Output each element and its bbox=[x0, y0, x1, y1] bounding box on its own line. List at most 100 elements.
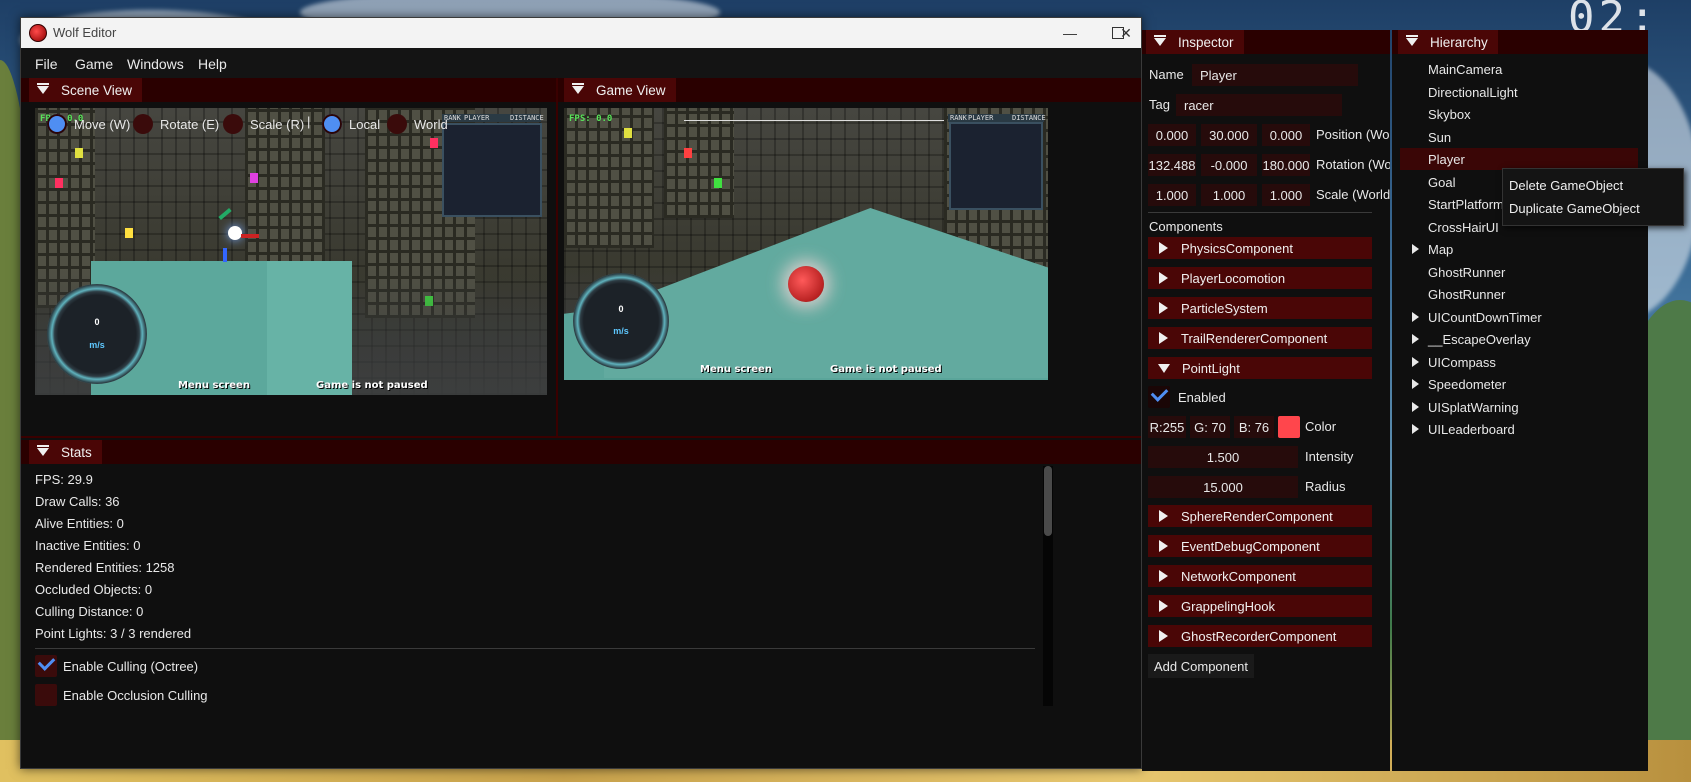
stats-scrollbar[interactable] bbox=[1043, 466, 1053, 706]
expand-icon[interactable] bbox=[1412, 334, 1419, 344]
hierarchy-item[interactable]: DirectionalLight bbox=[1428, 85, 1518, 100]
hierarchy-tab[interactable]: Hierarchy bbox=[1398, 30, 1498, 54]
tag-input[interactable]: racer bbox=[1176, 94, 1342, 116]
stats-tab[interactable]: Stats bbox=[29, 440, 102, 464]
component-physics[interactable]: PhysicsComponent bbox=[1148, 237, 1372, 259]
scroll-thumb[interactable] bbox=[1044, 466, 1052, 536]
name-input[interactable]: Player bbox=[1192, 64, 1358, 86]
menu-file[interactable]: File bbox=[35, 56, 58, 72]
delete-gameobject-item[interactable]: Delete GameObject bbox=[1509, 178, 1623, 193]
gizmo-world-option[interactable]: World bbox=[387, 114, 448, 134]
component-trail-renderer[interactable]: TrailRendererComponent bbox=[1148, 327, 1372, 349]
component-ghost-recorder[interactable]: GhostRecorderComponent bbox=[1148, 625, 1372, 647]
gizmo-scale-option[interactable]: Scale (R) bbox=[223, 114, 304, 134]
hierarchy-item[interactable]: Map bbox=[1428, 242, 1453, 257]
position-y-field[interactable]: 30.000 bbox=[1201, 124, 1257, 146]
editor-window: Wolf Editor — ✕ File Game Windows Help S… bbox=[20, 17, 1142, 769]
scale-z-field[interactable]: 1.000 bbox=[1262, 184, 1310, 206]
gizmo-scale-label: Scale (R) bbox=[250, 116, 305, 132]
hierarchy-item[interactable]: GhostRunner bbox=[1428, 265, 1505, 280]
player-gizmo-handle[interactable] bbox=[228, 226, 242, 240]
color-b-field[interactable]: B: 76 bbox=[1234, 416, 1274, 438]
collapse-icon[interactable] bbox=[1406, 35, 1418, 46]
expand-icon[interactable] bbox=[1412, 244, 1419, 254]
hierarchy-item[interactable]: Speedometer bbox=[1428, 377, 1506, 392]
component-label: TrailRendererComponent bbox=[1181, 330, 1328, 346]
window-titlebar[interactable]: Wolf Editor — ✕ bbox=[21, 18, 1141, 48]
speedometer: 0 m/s bbox=[573, 273, 669, 369]
expand-icon[interactable] bbox=[1412, 424, 1419, 434]
collapse-icon[interactable] bbox=[37, 445, 49, 456]
component-event-debug[interactable]: EventDebugComponent bbox=[1148, 535, 1372, 557]
hierarchy-item[interactable]: Sun bbox=[1428, 130, 1451, 145]
color-g-field[interactable]: G: 70 bbox=[1190, 416, 1230, 438]
hierarchy-item[interactable]: GhostRunner bbox=[1428, 287, 1505, 302]
expand-icon bbox=[1159, 272, 1168, 284]
component-point-light[interactable]: PointLight bbox=[1148, 357, 1372, 379]
panel-divider[interactable] bbox=[556, 78, 558, 438]
component-network[interactable]: NetworkComponent bbox=[1148, 565, 1372, 587]
scene-viewport[interactable]: RANK PLAYER DISTANCE FPS: 0.0 0 m/s Menu… bbox=[35, 108, 547, 395]
gizmo-local-option[interactable]: Local bbox=[322, 114, 380, 134]
menu-help[interactable]: Help bbox=[198, 56, 227, 72]
expand-icon[interactable] bbox=[1412, 401, 1419, 412]
menu-game[interactable]: Game bbox=[75, 56, 113, 72]
rotation-z-field[interactable]: 180.000 bbox=[1262, 154, 1310, 176]
hierarchy-item[interactable]: MainCamera bbox=[1428, 62, 1502, 77]
radius-field[interactable]: 15.000 bbox=[1148, 476, 1298, 498]
expand-icon bbox=[1159, 600, 1168, 612]
gizmo-rotate-option[interactable]: Rotate (E) bbox=[133, 114, 219, 134]
hierarchy-item[interactable]: UISplatWarning bbox=[1428, 400, 1519, 415]
hierarchy-item[interactable]: UICountDownTimer bbox=[1428, 310, 1542, 325]
expand-icon[interactable] bbox=[1412, 379, 1419, 389]
hierarchy-item[interactable]: Player bbox=[1428, 152, 1465, 167]
stat-alive-entities: Alive Entities: 0 bbox=[35, 516, 124, 531]
stat-culling-distance: Culling Distance: 0 bbox=[35, 604, 144, 619]
hierarchy-item[interactable]: CrossHairUI bbox=[1428, 220, 1499, 235]
rotation-y-field[interactable]: -0.000 bbox=[1201, 154, 1257, 176]
color-r-field[interactable]: R:255 bbox=[1148, 416, 1186, 438]
game-viewport[interactable]: RANK PLAYER DISTANCE FPS: 0.0 0 m/s Menu… bbox=[564, 108, 1048, 380]
radio-icon bbox=[47, 114, 67, 134]
hierarchy-item[interactable]: __EscapeOverlay bbox=[1428, 332, 1531, 347]
occlusion-checkbox[interactable] bbox=[35, 684, 57, 706]
minimize-button[interactable]: — bbox=[1047, 18, 1093, 48]
collapse-icon[interactable] bbox=[37, 83, 49, 94]
window-light bbox=[55, 178, 63, 188]
scene-view-tab[interactable]: Scene View bbox=[29, 78, 143, 102]
hud-distance-label: DISTANCE bbox=[1012, 114, 1046, 122]
name-label: Name bbox=[1149, 67, 1184, 82]
add-component-button[interactable]: Add Component bbox=[1148, 654, 1254, 678]
rotation-x-field[interactable]: 132.488 bbox=[1148, 154, 1196, 176]
duplicate-gameobject-item[interactable]: Duplicate GameObject bbox=[1509, 201, 1640, 216]
scale-y-field[interactable]: 1.000 bbox=[1201, 184, 1257, 206]
position-x-field[interactable]: 0.000 bbox=[1148, 124, 1196, 146]
gizmo-axis-z[interactable] bbox=[223, 248, 227, 262]
panel-divider[interactable] bbox=[21, 436, 1141, 438]
hierarchy-item[interactable]: StartPlatform bbox=[1428, 197, 1504, 212]
hierarchy-item[interactable]: Goal bbox=[1428, 175, 1455, 190]
close-button[interactable]: ✕ bbox=[1111, 18, 1141, 48]
color-swatch[interactable] bbox=[1278, 416, 1300, 438]
game-view-tab[interactable]: Game View bbox=[564, 78, 676, 102]
menu-windows[interactable]: Windows bbox=[127, 56, 184, 72]
hierarchy-item[interactable]: Skybox bbox=[1428, 107, 1471, 122]
collapse-icon[interactable] bbox=[1154, 35, 1166, 46]
component-grappeling-hook[interactable]: GrappelingHook bbox=[1148, 595, 1372, 617]
collapse-icon[interactable] bbox=[572, 83, 584, 94]
gizmo-axis-x[interactable] bbox=[241, 234, 259, 238]
component-sphere-render[interactable]: SphereRenderComponent bbox=[1148, 505, 1372, 527]
expand-icon[interactable] bbox=[1412, 311, 1419, 322]
position-z-field[interactable]: 0.000 bbox=[1262, 124, 1310, 146]
gizmo-move-option[interactable]: Move (W) bbox=[47, 114, 130, 134]
culling-checkbox[interactable] bbox=[35, 653, 57, 677]
inspector-tab[interactable]: Inspector bbox=[1146, 30, 1244, 54]
component-particle-system[interactable]: ParticleSystem bbox=[1148, 297, 1372, 319]
scale-x-field[interactable]: 1.000 bbox=[1148, 184, 1196, 206]
component-player-locomotion[interactable]: PlayerLocomotion bbox=[1148, 267, 1372, 289]
hierarchy-item[interactable]: UILeaderboard bbox=[1428, 422, 1515, 437]
hierarchy-item[interactable]: UICompass bbox=[1428, 355, 1496, 370]
point-light-enabled-checkbox[interactable] bbox=[1148, 384, 1170, 408]
intensity-field[interactable]: 1.500 bbox=[1148, 446, 1298, 468]
expand-icon[interactable] bbox=[1412, 356, 1419, 367]
